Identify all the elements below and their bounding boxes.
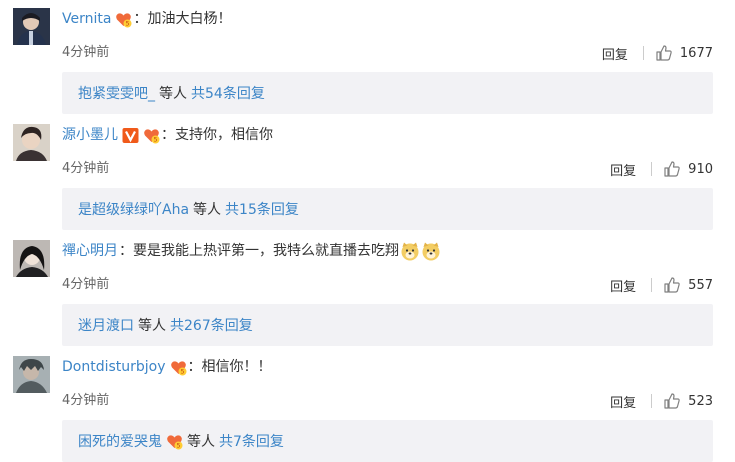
avatar-image xyxy=(13,124,50,161)
like-button[interactable]: 1677 xyxy=(655,44,713,62)
timestamp: 4分钟前 xyxy=(62,161,110,176)
reply-mid-text: 等人 xyxy=(138,318,166,334)
colon-separator: ： xyxy=(161,127,175,143)
reply-user-link[interactable]: 迷月渡口 xyxy=(78,315,134,335)
avatar[interactable] xyxy=(13,8,50,45)
svg-text:5: 5 xyxy=(154,136,158,143)
reply-mid-text: 等人 xyxy=(159,86,187,102)
reply-count-link[interactable]: 共267条回复 xyxy=(170,315,253,335)
svg-text:5: 5 xyxy=(180,368,184,375)
comment-actions: 回复 557 xyxy=(610,274,713,296)
comment-text: 要是我能上热评第一，我特么就直播去吃翔 xyxy=(133,243,399,259)
doge-emoji-icon xyxy=(421,241,441,261)
comment-header: 禪心明月 ： 要是我能上热评第一，我特么就直播去吃翔 xyxy=(62,240,441,262)
comment-text: 支持你，相信你 xyxy=(175,127,273,143)
avatar[interactable] xyxy=(13,124,50,161)
timestamp: 4分钟前 xyxy=(62,393,110,408)
reply-mid-text: 等人 xyxy=(187,434,215,450)
like-count: 557 xyxy=(688,277,713,293)
divider xyxy=(651,278,653,292)
comment-list: Vernita 5 ： 加油大白杨！ 4分钟前 回复 1677 抱紧雯雯吧_ 等… xyxy=(0,0,735,462)
comment-actions: 回复 523 xyxy=(610,390,713,412)
thumbs-up-icon xyxy=(664,393,680,409)
thumbs-up-icon xyxy=(664,277,680,293)
thumbs-up-icon xyxy=(656,45,672,61)
timestamp: 4分钟前 xyxy=(62,45,110,60)
divider xyxy=(642,46,644,60)
avatar-image xyxy=(13,8,50,45)
divider xyxy=(651,162,653,176)
like-count: 523 xyxy=(688,393,713,409)
vip-heart-icon[interactable]: 5 xyxy=(166,433,183,450)
comment-item: 源小墨儿 5 ： 支持你，相信你 4分钟前 回复 910 是超级绿绿吖Aha 等… xyxy=(0,124,735,240)
reply-summary: 抱紧雯雯吧_ 等人 共54条回复 xyxy=(62,72,713,114)
comment-header: Dontdisturbjoy 5 ： 相信你！！ xyxy=(62,356,272,378)
like-button[interactable]: 910 xyxy=(663,160,713,178)
avatar-image xyxy=(13,356,50,393)
thumbs-up-icon xyxy=(664,161,680,177)
svg-text:5: 5 xyxy=(126,20,130,27)
comment-actions: 回复 910 xyxy=(610,158,713,180)
reply-summary: 困死的爱哭鬼 5 等人 共7条回复 xyxy=(62,420,713,462)
username-link[interactable]: 源小墨儿 xyxy=(62,124,118,146)
doge-emoji-icon xyxy=(400,241,420,261)
reply-user-link[interactable]: 困死的爱哭鬼 xyxy=(78,431,162,451)
username-link[interactable]: 禪心明月 xyxy=(62,240,118,262)
vip-heart-icon[interactable]: 5 xyxy=(115,11,132,28)
colon-separator: ： xyxy=(133,11,148,27)
reply-summary: 迷月渡口 等人 共267条回复 xyxy=(62,304,713,346)
reply-button[interactable]: 回复 xyxy=(610,160,636,179)
colon-separator: ： xyxy=(119,243,133,259)
reply-mid-text: 等人 xyxy=(193,202,222,218)
avatar-image xyxy=(13,240,50,277)
avatar[interactable] xyxy=(13,356,50,393)
reply-button[interactable]: 回复 xyxy=(610,276,636,295)
vip-heart-icon[interactable]: 5 xyxy=(143,127,160,144)
comment-text: 加油大白杨！ xyxy=(147,11,232,27)
reply-user-link[interactable]: 抱紧雯雯吧_ xyxy=(78,83,155,103)
avatar[interactable] xyxy=(13,240,50,277)
reply-user-link[interactable]: 是超级绿绿吖Aha xyxy=(78,199,189,219)
comment-header: 源小墨儿 5 ： 支持你，相信你 xyxy=(62,124,273,146)
reply-summary: 是超级绿绿吖Aha 等人 共15条回复 xyxy=(62,188,713,230)
like-button[interactable]: 523 xyxy=(663,392,713,410)
comment-header: Vernita 5 ： 加油大白杨！ xyxy=(62,8,231,30)
colon-separator: ： xyxy=(187,359,202,375)
comment-item: Vernita 5 ： 加油大白杨！ 4分钟前 回复 1677 抱紧雯雯吧_ 等… xyxy=(0,8,735,124)
verified-v-icon[interactable] xyxy=(122,127,139,144)
username-link[interactable]: Dontdisturbjoy xyxy=(62,356,166,378)
like-count: 910 xyxy=(688,161,713,177)
comment-actions: 回复 1677 xyxy=(602,42,713,64)
reply-count-link[interactable]: 共7条回复 xyxy=(219,431,284,451)
timestamp: 4分钟前 xyxy=(62,277,110,292)
divider xyxy=(651,394,653,408)
svg-text:5: 5 xyxy=(177,442,181,449)
like-button[interactable]: 557 xyxy=(663,276,713,294)
username-link[interactable]: Vernita xyxy=(62,8,111,30)
reply-button[interactable]: 回复 xyxy=(602,44,628,63)
reply-count-link[interactable]: 共54条回复 xyxy=(191,83,265,103)
comment-item: Dontdisturbjoy 5 ： 相信你！！ 4分钟前 回复 523 困死的… xyxy=(0,356,735,462)
reply-button[interactable]: 回复 xyxy=(610,392,636,411)
reply-count-link[interactable]: 共15条回复 xyxy=(225,199,299,219)
comment-text: 相信你！！ xyxy=(201,359,272,375)
comment-item: 禪心明月 ： 要是我能上热评第一，我特么就直播去吃翔 4分钟前 回复 557 迷… xyxy=(0,240,735,356)
vip-heart-icon[interactable]: 5 xyxy=(170,359,187,376)
like-count: 1677 xyxy=(679,45,713,61)
